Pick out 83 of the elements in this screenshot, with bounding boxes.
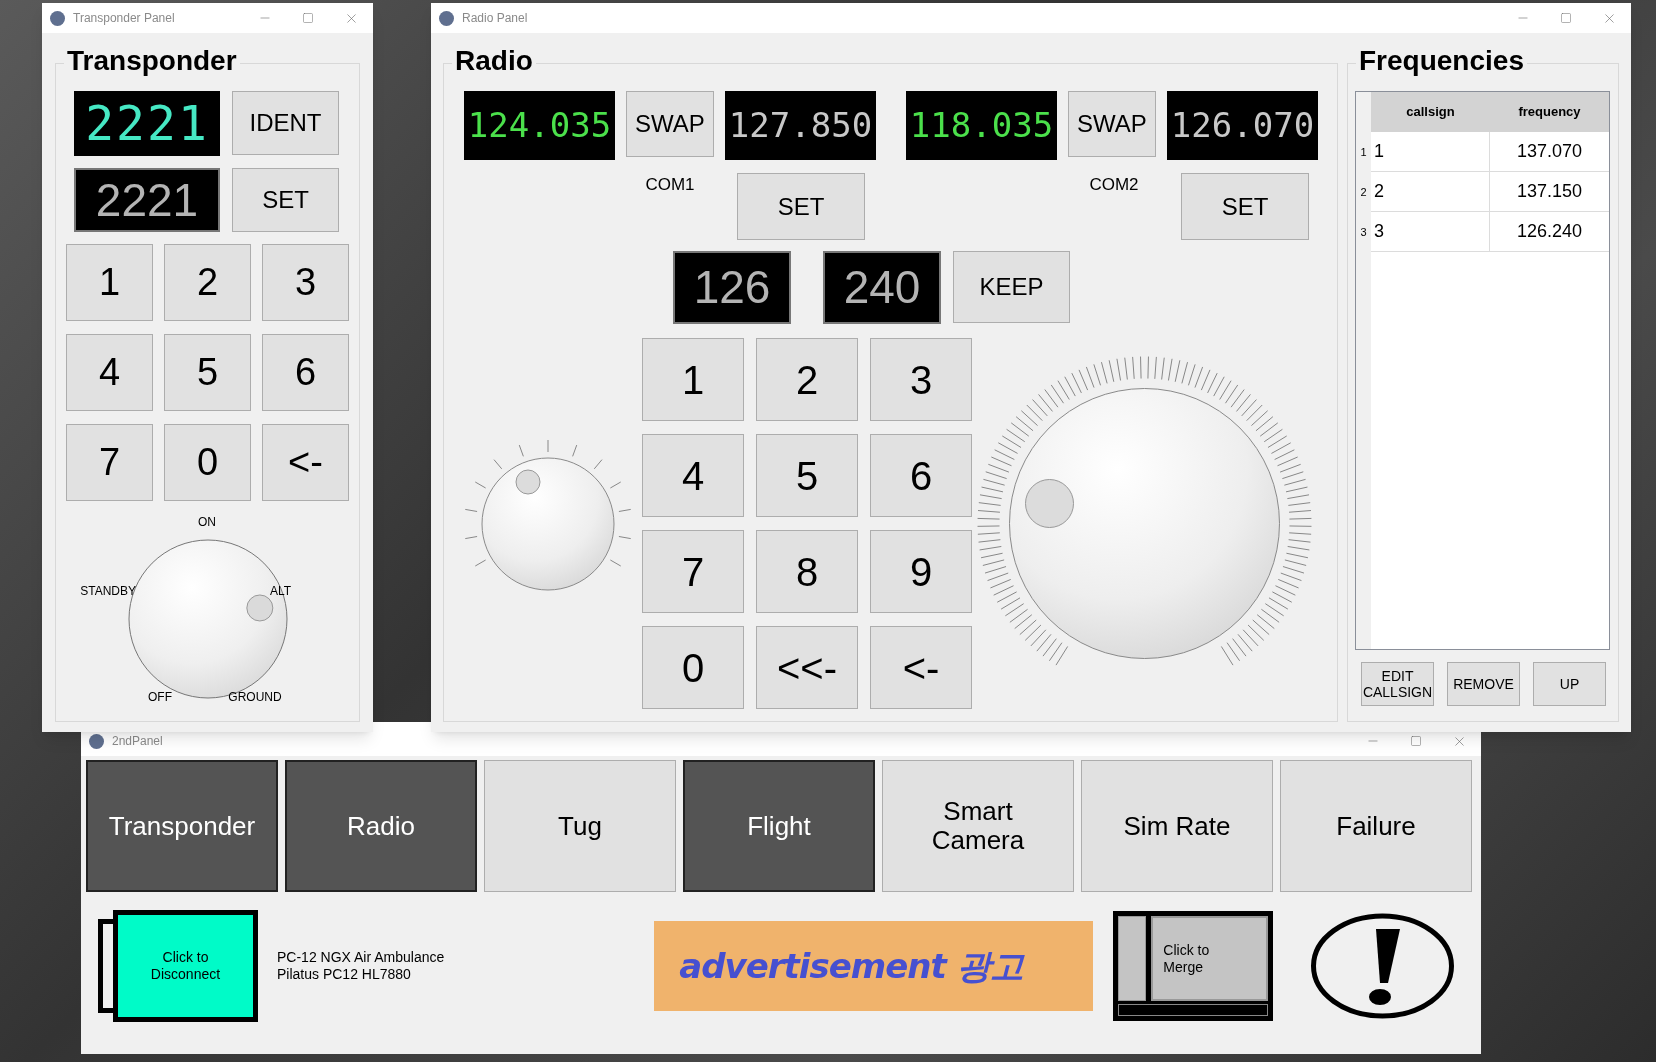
key-button[interactable]: <<- — [756, 626, 858, 709]
standby-frequency-display: 126.070 — [1167, 91, 1318, 160]
key-button[interactable]: 5 — [164, 334, 251, 411]
aircraft-name: PC-12 NGX Air Ambulance — [277, 949, 445, 966]
set-button[interactable]: SET — [1181, 173, 1309, 240]
key-button[interactable]: 2 — [756, 338, 858, 421]
table-corner — [1356, 92, 1371, 132]
key-button[interactable]: 2 — [164, 244, 251, 321]
table-action-button[interactable]: UP — [1533, 662, 1606, 706]
panel-tab-button[interactable]: Failure — [1280, 760, 1472, 892]
merge-button[interactable]: Click to Merge — [1113, 911, 1274, 1021]
key-button[interactable]: <- — [262, 424, 349, 501]
key-button[interactable]: 0 — [164, 424, 251, 501]
swap-button[interactable]: SWAP — [626, 91, 714, 157]
rotary-knob[interactable] — [481, 457, 615, 590]
code-entry-display: 2221 — [74, 168, 220, 232]
active-frequency-display: 118.035 — [906, 91, 1057, 160]
set-button[interactable]: SET — [737, 173, 865, 240]
maximize-icon[interactable] — [1410, 735, 1422, 747]
mode-label: ON — [198, 515, 216, 529]
row-number: 3 — [1356, 212, 1371, 252]
table-cell: 137.150 — [1490, 172, 1609, 212]
key-button[interactable]: 4 — [642, 434, 744, 517]
key-button[interactable]: <- — [870, 626, 972, 709]
table-cell: 2 — [1371, 172, 1490, 212]
table-cell: 1 — [1371, 132, 1490, 172]
frequency-entry-display: 240 — [823, 251, 941, 324]
merge-label: Click to Merge — [1163, 941, 1211, 976]
table-action-button[interactable]: EDIT CALLSIGN — [1361, 662, 1434, 706]
standby-frequency-display: 127.850 — [725, 91, 876, 160]
active-frequency-display: 124.035 — [464, 91, 615, 160]
app-icon — [89, 733, 104, 749]
key-button[interactable]: 6 — [262, 334, 349, 411]
row-number: 2 — [1356, 172, 1371, 212]
table-cell: 137.070 — [1490, 132, 1609, 172]
key-button[interactable]: 8 — [756, 530, 858, 613]
code-display: 2221 — [74, 91, 220, 156]
key-button[interactable]: 0 — [642, 626, 744, 709]
row-number: 1 — [1356, 132, 1371, 172]
key-button[interactable]: 6 — [870, 434, 972, 517]
rotary-knob[interactable] — [1009, 388, 1280, 659]
panel-tab-button[interactable]: Flight — [683, 760, 875, 892]
window-title: Transponder Panel — [73, 10, 175, 27]
panel-tab-button[interactable]: Radio — [285, 760, 477, 892]
swap-button[interactable]: SWAP — [1068, 91, 1156, 157]
key-button[interactable]: 4 — [66, 334, 153, 411]
maximize-icon[interactable] — [302, 12, 314, 24]
app-icon — [439, 10, 454, 26]
table-cell: 3 — [1371, 212, 1490, 252]
com-label: COM2 — [1088, 174, 1140, 196]
panel-tab-button[interactable]: Sim Rate — [1081, 760, 1273, 892]
window-title: Radio Panel — [462, 10, 528, 27]
warning-icon[interactable] — [1310, 913, 1456, 1019]
advertisement-text: advertisement 광고 — [679, 944, 1023, 988]
keep-button[interactable]: KEEP — [953, 251, 1070, 323]
table-action-button[interactable]: REMOVE — [1447, 662, 1520, 706]
key-button[interactable]: 9 — [870, 530, 972, 613]
disconnect-button[interactable]: Click to Disconnect — [113, 910, 258, 1022]
key-button[interactable]: 7 — [642, 530, 744, 613]
aircraft-name: Pilatus PC12 HL7880 — [277, 966, 412, 983]
panel-tab-button[interactable]: Transponder — [86, 760, 278, 892]
window-title: 2ndPanel — [112, 733, 163, 750]
ident-button[interactable]: IDENT — [232, 91, 339, 155]
key-button[interactable]: 3 — [262, 244, 349, 321]
key-button[interactable]: 1 — [66, 244, 153, 321]
mode-label: GROUND — [228, 690, 282, 704]
key-button[interactable]: 7 — [66, 424, 153, 501]
com-label: COM1 — [644, 174, 696, 196]
mode-label: ALT — [270, 584, 292, 598]
app-icon — [50, 10, 65, 26]
mode-label: STANDBY — [80, 584, 136, 598]
table-cell: 126.240 — [1490, 212, 1609, 252]
column-header[interactable]: callsign — [1371, 92, 1490, 132]
panel-tab-button[interactable]: Smart Camera — [882, 760, 1074, 892]
set-button[interactable]: SET — [232, 168, 339, 232]
panel-tab-button[interactable]: Tug — [484, 760, 676, 892]
key-button[interactable]: 5 — [756, 434, 858, 517]
column-header[interactable]: frequency — [1490, 92, 1609, 132]
mode-label: OFF — [148, 690, 172, 704]
key-button[interactable]: 3 — [870, 338, 972, 421]
maximize-icon[interactable] — [1560, 12, 1572, 24]
key-button[interactable]: 1 — [642, 338, 744, 421]
frequency-entry-display: 126 — [673, 251, 791, 324]
